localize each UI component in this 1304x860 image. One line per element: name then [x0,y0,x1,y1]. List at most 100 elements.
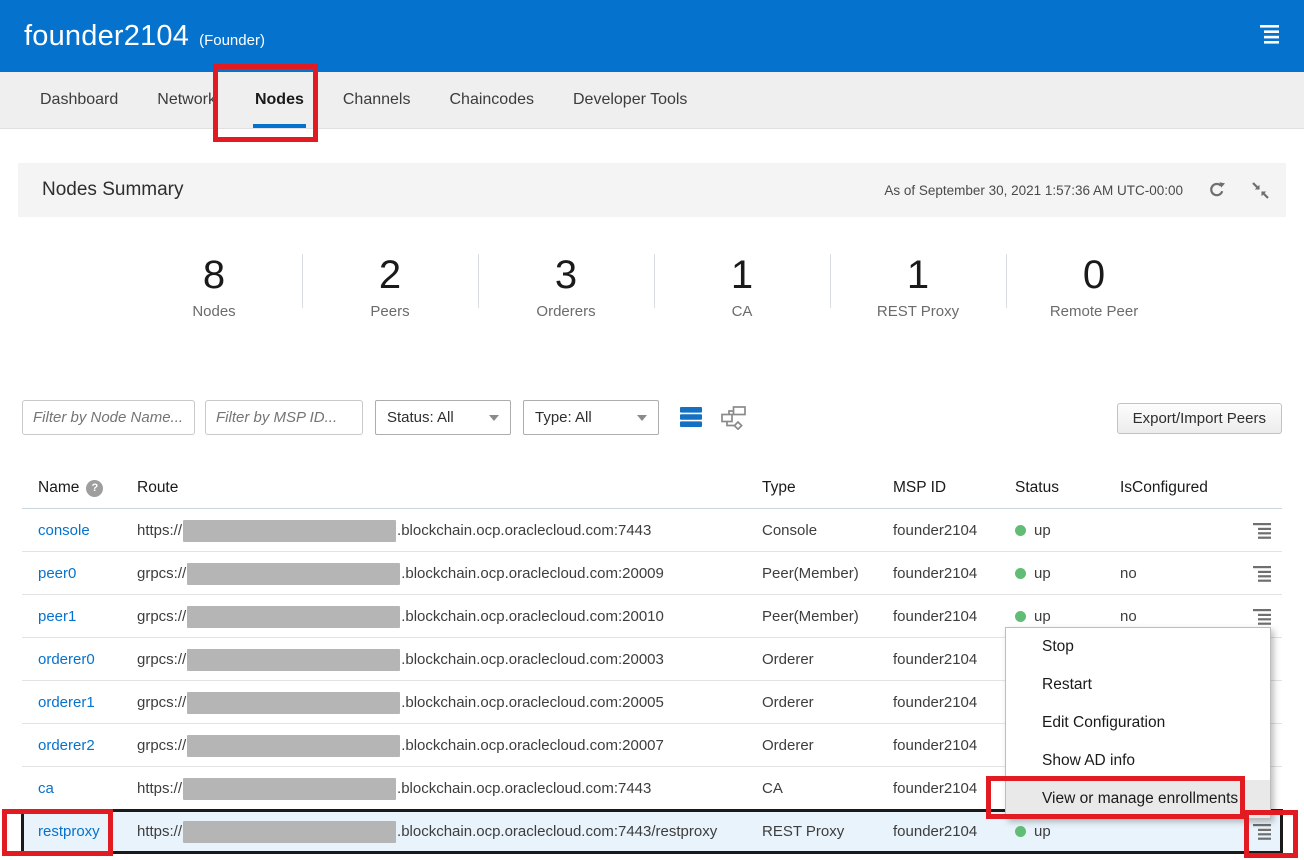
row-actions-menu-icon[interactable] [1251,552,1273,595]
stat-peers-label: Peers [302,303,478,320]
row-context-menu: Stop Restart Edit Configuration Show AD … [1005,627,1271,819]
route-suffix: .blockchain.ocp.oraclecloud.com:20010 [401,608,664,625]
tab-nodes[interactable]: Nodes [253,72,306,128]
redacted-host [187,563,400,585]
as-of-timestamp: As of September 30, 2021 1:57:36 AM UTC-… [884,183,1183,198]
route-suffix: .blockchain.ocp.oraclecloud.com:7443 [397,522,651,539]
column-header-route: Route [137,479,178,497]
node-link[interactable]: peer1 [38,595,76,638]
node-route: grpcs://.blockchain.ocp.oraclecloud.com:… [137,681,664,724]
tab-developer-tools-label: Developer Tools [573,91,687,109]
node-msp: founder2104 [893,810,977,853]
route-suffix: .blockchain.ocp.oraclecloud.com:20007 [401,737,664,754]
status-text: up [1034,823,1051,840]
node-route: grpcs://.blockchain.ocp.oraclecloud.com:… [137,552,664,595]
filter-bar: Status: All Type: All Export/Import Peer… [22,400,1282,437]
export-import-peers-button[interactable]: Export/Import Peers [1117,403,1282,434]
collapse-panel-icon[interactable] [1251,181,1270,200]
node-status: up [1015,552,1051,595]
topology-view-icon[interactable] [720,405,747,435]
node-msp: founder2104 [893,724,977,767]
node-link[interactable]: restproxy [38,810,100,853]
node-route: https://.blockchain.ocp.oraclecloud.com:… [137,509,651,552]
node-link[interactable]: ca [38,767,54,810]
node-type: Orderer [762,724,814,767]
route-protocol: grpcs:// [137,608,186,625]
node-link[interactable]: orderer0 [38,638,95,681]
node-link[interactable]: orderer1 [38,681,95,724]
status-filter-dropdown[interactable]: Status: All [375,400,511,435]
stat-nodes: 8 Nodes [126,252,302,320]
refresh-icon[interactable] [1207,180,1227,200]
redacted-host [187,692,400,714]
instance-title: founder2104 (Founder) [24,20,265,53]
column-header-name: Name? [38,479,103,497]
node-route: grpcs:// .blockchain.ocp.oraclecloud.com:… [137,595,664,638]
column-header-name-label: Name [38,479,79,496]
menu-item-show-ad-info[interactable]: Show AD info [1006,742,1270,780]
stat-peers: 2 Peers [302,252,478,320]
stat-orderers-label: Orderers [478,303,654,320]
tab-dashboard[interactable]: Dashboard [38,72,120,128]
status-filter-label: Status: All [387,409,454,426]
tab-chaincodes[interactable]: Chaincodes [447,72,536,128]
node-link[interactable]: console [38,509,90,552]
redacted-host [183,520,396,542]
page-title: founder2104 [24,20,189,53]
tab-network[interactable]: Network [155,72,218,128]
column-header-status: Status [1015,479,1059,497]
stat-rest-proxy-value: 1 [830,252,1006,298]
stat-peers-value: 2 [302,252,478,298]
menu-item-edit-configuration[interactable]: Edit Configuration [1006,704,1270,742]
tab-channels-label: Channels [343,91,411,109]
route-suffix: .blockchain.ocp.oraclecloud.com:7443/res… [397,823,717,840]
role-label: (Founder) [199,32,265,49]
route-protocol: grpcs:// [137,737,186,754]
row-actions-menu-icon[interactable] [1251,509,1273,552]
node-link[interactable]: orderer2 [38,724,95,767]
list-view-icon[interactable] [679,405,703,434]
node-route: grpcs:// .blockchain.ocp.oraclecloud.com:… [137,724,664,767]
status-up-dot [1015,568,1026,579]
tab-network-label: Network [157,91,216,109]
route-protocol: https:// [137,823,182,840]
tab-chaincodes-label: Chaincodes [449,91,534,109]
route-suffix: .blockchain.ocp.oraclecloud.com:20003 [401,651,664,668]
tab-bar: Dashboard Network Nodes Channels Chainco… [0,72,1304,129]
menu-item-stop[interactable]: Stop [1006,628,1270,666]
route-protocol: grpcs:// [137,565,186,582]
node-msp: founder2104 [893,638,977,681]
status-text: up [1034,608,1051,625]
node-type: Peer(Member) [762,552,859,595]
stat-rest-proxy: 1 REST Proxy [830,252,1006,320]
node-msp: founder2104 [893,552,977,595]
filter-msp-id-input[interactable] [205,400,363,435]
header-menu-icon[interactable] [1254,24,1282,49]
status-up-dot [1015,611,1026,622]
route-protocol: grpcs:// [137,651,186,668]
node-link[interactable]: peer0 [38,552,76,595]
tab-channels[interactable]: Channels [341,72,413,128]
chevron-down-icon [637,415,647,421]
app-header: founder2104 (Founder) [0,0,1304,72]
tab-dashboard-label: Dashboard [40,91,118,109]
node-msp: founder2104 [893,681,977,724]
filter-node-name-input[interactable] [22,400,195,435]
node-msp: founder2104 [893,595,977,638]
status-text: up [1034,522,1051,539]
menu-item-restart[interactable]: Restart [1006,666,1270,704]
node-type: Console [762,509,817,552]
node-type: CA [762,767,783,810]
nodes-summary-title: Nodes Summary [42,179,184,201]
node-status: up [1015,509,1051,552]
stat-orderers-value: 3 [478,252,654,298]
stat-nodes-label: Nodes [126,303,302,320]
redacted-host [187,735,400,757]
stat-remote-peer-label: Remote Peer [1006,303,1182,320]
column-header-type: Type [762,479,796,497]
tab-developer-tools[interactable]: Developer Tools [571,72,689,128]
menu-item-view-or-manage-enrollments[interactable]: View or manage enrollments [1006,780,1270,818]
node-isconfigured: no [1120,552,1137,595]
type-filter-dropdown[interactable]: Type: All [523,400,659,435]
help-icon[interactable]: ? [86,480,103,497]
